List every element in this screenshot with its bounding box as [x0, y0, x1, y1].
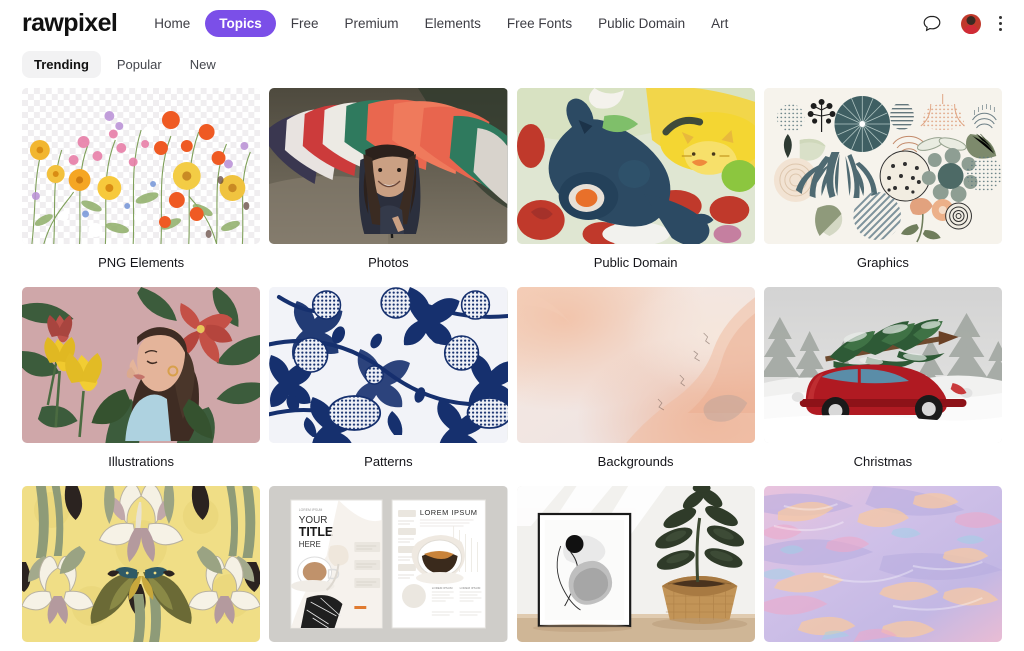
topic-card-label: Textures	[764, 642, 1002, 651]
topic-card-label: PNG Elements	[98, 255, 185, 270]
nav-item-free-fonts[interactable]: Free Fonts	[496, 10, 583, 37]
topic-card-label: Photos	[368, 255, 409, 270]
site-logo[interactable]: rawpixel	[22, 11, 118, 36]
topic-card-label: Mockups	[517, 642, 755, 651]
topic-card-label: Templates	[269, 642, 507, 651]
girl-umbrella-thumbnail	[269, 88, 508, 244]
topic-card-public-domain[interactable]: Public Domain	[516, 88, 755, 283]
abstract-botanical-shapes-thumbnail	[763, 88, 1002, 244]
tab-trending[interactable]: Trending	[22, 51, 101, 78]
svg-text:LOREM IPSUM: LOREM IPSUM	[432, 586, 453, 590]
kebab-menu-icon[interactable]	[999, 16, 1002, 31]
tab-popular[interactable]: Popular	[105, 51, 174, 78]
topic-card-public-domain-art-nouveau[interactable]: Public Domain Art Nouveau	[22, 486, 261, 651]
red-car-tree-snow-thumbnail	[763, 287, 1002, 443]
nav-item-art[interactable]: Art	[700, 10, 739, 37]
template-title-3: HERE	[299, 540, 321, 549]
topic-card-photos[interactable]: Photos	[269, 88, 508, 283]
main-navigation: Home Topics Free Premium Elements Free F…	[143, 10, 739, 37]
pastel-paint-strokes-thumbnail	[763, 486, 1002, 642]
peach-watercolor-thumbnail	[516, 287, 755, 443]
topic-card-illustrations[interactable]: Illustrations	[22, 287, 261, 482]
nav-item-home[interactable]: Home	[143, 10, 201, 37]
topic-card-christmas[interactable]: Christmas	[763, 287, 1002, 482]
topic-card-label: Public Domain Art Nouveau	[22, 642, 260, 651]
tab-new[interactable]: New	[178, 51, 228, 78]
topic-card-backgrounds[interactable]: Backgrounds	[516, 287, 755, 482]
top-header: rawpixel Home Topics Free Premium Elemen…	[0, 0, 1024, 47]
user-avatar[interactable]	[961, 13, 981, 34]
topic-card-label: Graphics	[856, 255, 909, 270]
template-heading-right: LOREM IPSUM	[420, 508, 478, 517]
topic-card-label: Patterns	[364, 454, 413, 469]
nav-item-topics[interactable]: Topics	[205, 10, 276, 37]
topic-card-label: Illustrations	[108, 454, 174, 469]
blue-yellow-cats-thumbnail	[516, 88, 755, 244]
nav-item-elements[interactable]: Elements	[414, 10, 492, 37]
filter-tabs: Trending Popular New	[0, 47, 1024, 88]
indigo-floral-pattern-thumbnail	[269, 287, 508, 443]
template-small-top: LOREM IPSUM	[299, 508, 323, 512]
template-title-2: TITLE	[299, 525, 333, 539]
topic-card-textures[interactable]: Textures	[763, 486, 1002, 651]
topic-card-templates[interactable]: LOREM IPSUM YOUR TITLE HERE LOREM IPSUM …	[269, 486, 508, 651]
chat-bubble-icon[interactable]	[921, 13, 943, 35]
topic-card-label: Public Domain	[593, 255, 678, 270]
topic-card-graphics[interactable]: Graphics	[763, 88, 1002, 283]
topics-grid: PNG Elements Photos Public Domain Graphi…	[0, 88, 1024, 651]
brochure-pages-thumbnail: LOREM IPSUM YOUR TITLE HERE LOREM IPSUM …	[269, 486, 508, 642]
nav-item-premium[interactable]: Premium	[334, 10, 410, 37]
nav-item-public-domain[interactable]: Public Domain	[587, 10, 696, 37]
poster-frame-plant-thumbnail	[516, 486, 755, 642]
nav-item-free[interactable]: Free	[280, 10, 330, 37]
svg-text:LOREM IPSUM: LOREM IPSUM	[460, 586, 481, 590]
header-actions	[921, 13, 1010, 35]
topic-card-label: Backgrounds	[597, 454, 674, 469]
iris-birds-yellow-thumbnail	[22, 486, 261, 642]
wildflowers-transparent-thumbnail	[22, 88, 261, 244]
topic-card-patterns[interactable]: Patterns	[269, 287, 508, 482]
woman-tulips-thumbnail	[22, 287, 261, 443]
topic-card-mockups[interactable]: Mockups	[516, 486, 755, 651]
topic-card-label: Christmas	[853, 454, 913, 469]
topic-card-png-elements[interactable]: PNG Elements	[22, 88, 261, 283]
